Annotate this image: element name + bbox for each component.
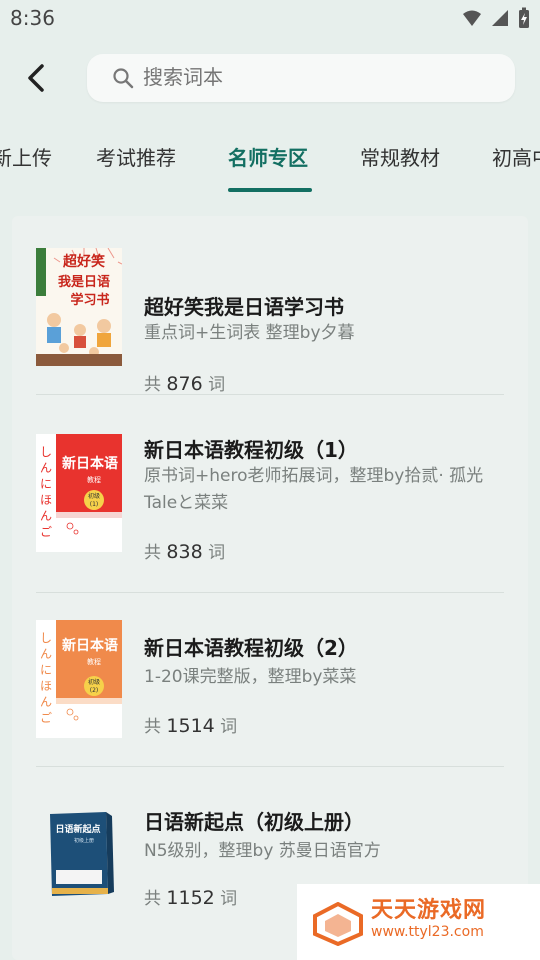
word-count: 共 1514 词 (144, 712, 237, 737)
count-prefix: 共 (144, 543, 161, 563)
wifi-icon (463, 10, 481, 26)
list-item[interactable]: 超好笑 我是日语 学习书 超好笑我是日语学习书 重点词+生词表 整理by夕暮 共… (36, 248, 504, 395)
svg-text:(2): (2) (90, 687, 99, 694)
status-time: 8:36 (10, 6, 55, 30)
svg-text:我是日语: 我是日语 (58, 274, 110, 290)
svg-text:し: し (40, 445, 52, 459)
book-list: 超好笑 我是日语 学习书 超好笑我是日语学习书 重点词+生词表 整理by夕暮 共… (12, 216, 528, 960)
count-suffix: 词 (208, 543, 226, 563)
count-suffix: 词 (220, 889, 238, 909)
count-prefix: 共 (144, 889, 161, 909)
book-description: 1-20课完整版，整理by菜菜 (144, 667, 357, 687)
category-tabs: 新上传 考试推荐 名师专区 常规教材 初高中 (0, 132, 540, 194)
book-description: 重点词+生词表 整理by夕暮 (144, 323, 355, 343)
watermark: 天天游戏网 www.ttyl23.com (297, 884, 540, 960)
count-number: 1152 (166, 887, 215, 909)
divider (36, 766, 504, 767)
svg-text:初级: 初级 (88, 492, 100, 500)
svg-text:教程: 教程 (87, 657, 101, 666)
book-title: 日语新起点（初级上册） (144, 810, 364, 834)
svg-text:に: に (40, 477, 52, 491)
svg-text:初级上册: 初级上册 (74, 837, 94, 844)
svg-text:ん: ん (40, 695, 52, 709)
tab-new-upload[interactable]: 新上传 (0, 142, 52, 171)
list-item[interactable]: 新日本语 教程 初级 (2) し ん に ほ ん ご 新日本语教程初级（2） 1… (36, 620, 504, 760)
word-count: 共 838 词 (144, 538, 225, 563)
word-count: 共 1152 词 (144, 884, 237, 909)
cover-title-line1: 超好笑 (62, 253, 105, 270)
search-bar[interactable] (87, 54, 515, 102)
svg-text:ほ: ほ (40, 493, 52, 507)
site-logo-icon (313, 902, 363, 946)
book-cover-illustration: 超好笑 我是日语 学习书 (36, 248, 122, 366)
chevron-left-icon (28, 64, 44, 92)
book-cover: 超好笑 我是日语 学习书 (36, 248, 122, 366)
book-title: 超好笑我是日语学习书 (144, 295, 344, 319)
signal-icon (492, 10, 508, 26)
tab-middle-high-school[interactable]: 初高中 (492, 142, 540, 171)
svg-text:ほ: ほ (40, 679, 52, 693)
book-cover: 新日本语 教程 初级 (2) し ん に ほ ん ご (36, 620, 122, 738)
battery-icon (519, 7, 529, 28)
list-item[interactable]: 新日本语 教程 初级 (1) し ん に ほ ん ご 新日本语教程初级（1） 原… (36, 434, 504, 574)
status-icons (462, 7, 530, 29)
active-tab-indicator (228, 188, 312, 192)
status-bar: 8:36 (0, 0, 540, 36)
svg-text:ん: ん (40, 647, 52, 661)
cover-title: 日语新起点 (55, 823, 100, 835)
divider (36, 592, 504, 593)
cover-title: 新日本语 (62, 637, 118, 654)
book-title: 新日本语教程初级（2） (144, 636, 358, 660)
tab-regular-textbook[interactable]: 常规教材 (360, 142, 440, 171)
watermark-text: 天天游戏网 (371, 898, 487, 923)
count-suffix: 词 (208, 375, 226, 395)
watermark-url: www.ttyl23.com (371, 924, 484, 940)
divider (36, 394, 504, 395)
book-cover-illustration: 新日本语 教程 初级 (2) し ん に ほ ん ご (36, 620, 122, 738)
tab-exam-recommend[interactable]: 考试推荐 (96, 142, 176, 171)
svg-text:学习书: 学习书 (70, 292, 109, 308)
book-cover: 新日本语 教程 初级 (1) し ん に ほ ん ご (36, 434, 122, 552)
top-bar (0, 44, 540, 114)
svg-text:ご: ご (40, 524, 52, 539)
book-description: 原书词+hero老师拓展词，整理by拾贰· 孤光Taleと菜菜 (144, 466, 484, 513)
search-icon (113, 68, 134, 89)
svg-text:初级: 初级 (88, 678, 100, 686)
book-cover: 日语新起点 初级上册 (36, 808, 122, 926)
book-cover-illustration: 日语新起点 初级上册 (36, 808, 122, 898)
back-button[interactable] (18, 56, 58, 100)
count-number: 876 (166, 373, 203, 395)
book-cover-illustration: 新日本语 教程 初级 (1) し ん に ほ ん ご (36, 434, 122, 552)
cover-title: 新日本语 (62, 455, 118, 472)
book-description: N5级别，整理by 苏曼日语官方 (144, 841, 381, 861)
count-number: 1514 (166, 715, 215, 737)
search-input[interactable] (143, 54, 483, 102)
svg-text:(1): (1) (90, 501, 99, 508)
svg-text:ん: ん (40, 461, 52, 475)
svg-text:ご: ご (40, 710, 52, 725)
svg-text:し: し (40, 631, 52, 645)
svg-text:ん: ん (40, 509, 52, 523)
count-prefix: 共 (144, 717, 161, 737)
tab-famous-teacher[interactable]: 名师专区 (228, 142, 308, 171)
word-count: 共 876 词 (144, 370, 225, 395)
count-suffix: 词 (220, 717, 238, 737)
count-prefix: 共 (144, 375, 161, 395)
count-number: 838 (166, 541, 203, 563)
svg-text:教程: 教程 (87, 475, 101, 484)
book-title: 新日本语教程初级（1） (144, 438, 358, 462)
svg-text:に: に (40, 663, 52, 677)
